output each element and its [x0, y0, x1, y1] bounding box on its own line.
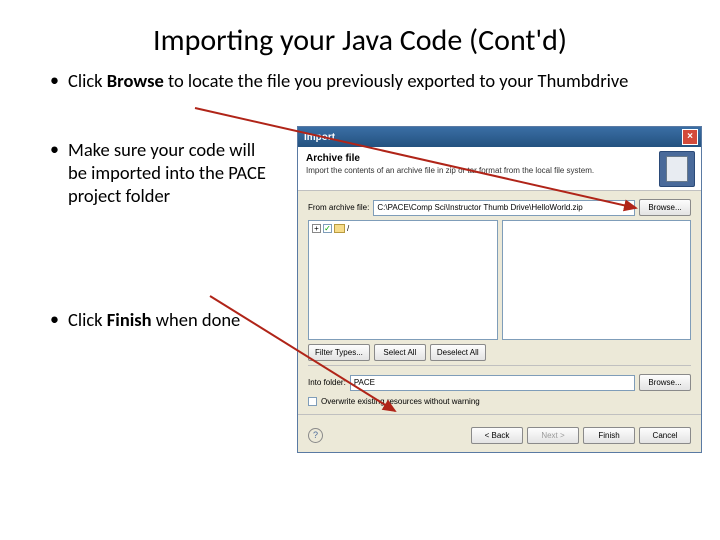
cancel-button[interactable]: Cancel: [639, 427, 691, 444]
filter-types-button[interactable]: Filter Types...: [308, 344, 370, 361]
help-icon[interactable]: ?: [308, 428, 323, 443]
finish-button[interactable]: Finish: [583, 427, 635, 444]
dialog-header-subtitle: Import the contents of an archive file i…: [306, 166, 626, 175]
back-button[interactable]: < Back: [471, 427, 523, 444]
folder-icon: [334, 224, 345, 233]
window-title: Import: [304, 132, 682, 143]
tree-pane-right[interactable]: [502, 220, 692, 340]
bullet-1: • Click Browse to locate the file you pr…: [50, 69, 720, 92]
overwrite-row[interactable]: ✓ Overwrite existing resources without w…: [308, 397, 691, 406]
browse-archive-button[interactable]: Browse...: [639, 199, 691, 216]
deselect-all-button[interactable]: Deselect All: [430, 344, 486, 361]
overwrite-label: Overwrite existing resources without war…: [321, 397, 480, 406]
close-button[interactable]: ×: [682, 129, 698, 145]
next-button: Next >: [527, 427, 579, 444]
into-folder-input[interactable]: PACE: [350, 375, 635, 391]
checkbox-icon[interactable]: ✓: [323, 224, 332, 233]
expand-icon[interactable]: +: [312, 224, 321, 233]
from-archive-row: From archive file: C:\PACE\Comp Sci\Inst…: [308, 199, 691, 216]
from-archive-label: From archive file:: [308, 203, 369, 212]
select-all-button[interactable]: Select All: [374, 344, 426, 361]
dialog-header-title: Archive file: [306, 153, 693, 164]
browse-folder-button[interactable]: Browse...: [639, 374, 691, 391]
titlebar: Import ×: [298, 127, 701, 147]
dialog-header: Archive file Import the contents of an a…: [298, 147, 701, 191]
slide-title: Importing your Java Code (Cont'd): [0, 0, 720, 69]
from-archive-input[interactable]: C:\PACE\Comp Sci\Instructor Thumb Drive\…: [373, 200, 635, 216]
import-dialog: Import × Archive file Import the content…: [297, 126, 702, 453]
into-folder-label: Into folder:: [308, 378, 346, 387]
tree-root-item[interactable]: + ✓ /: [312, 224, 494, 233]
overwrite-checkbox[interactable]: ✓: [308, 397, 317, 406]
tree-root-label: /: [347, 224, 349, 233]
import-icon: [659, 151, 695, 187]
tree-pane-left[interactable]: + ✓ /: [308, 220, 498, 340]
into-folder-row: Into folder: PACE Browse...: [308, 374, 691, 391]
